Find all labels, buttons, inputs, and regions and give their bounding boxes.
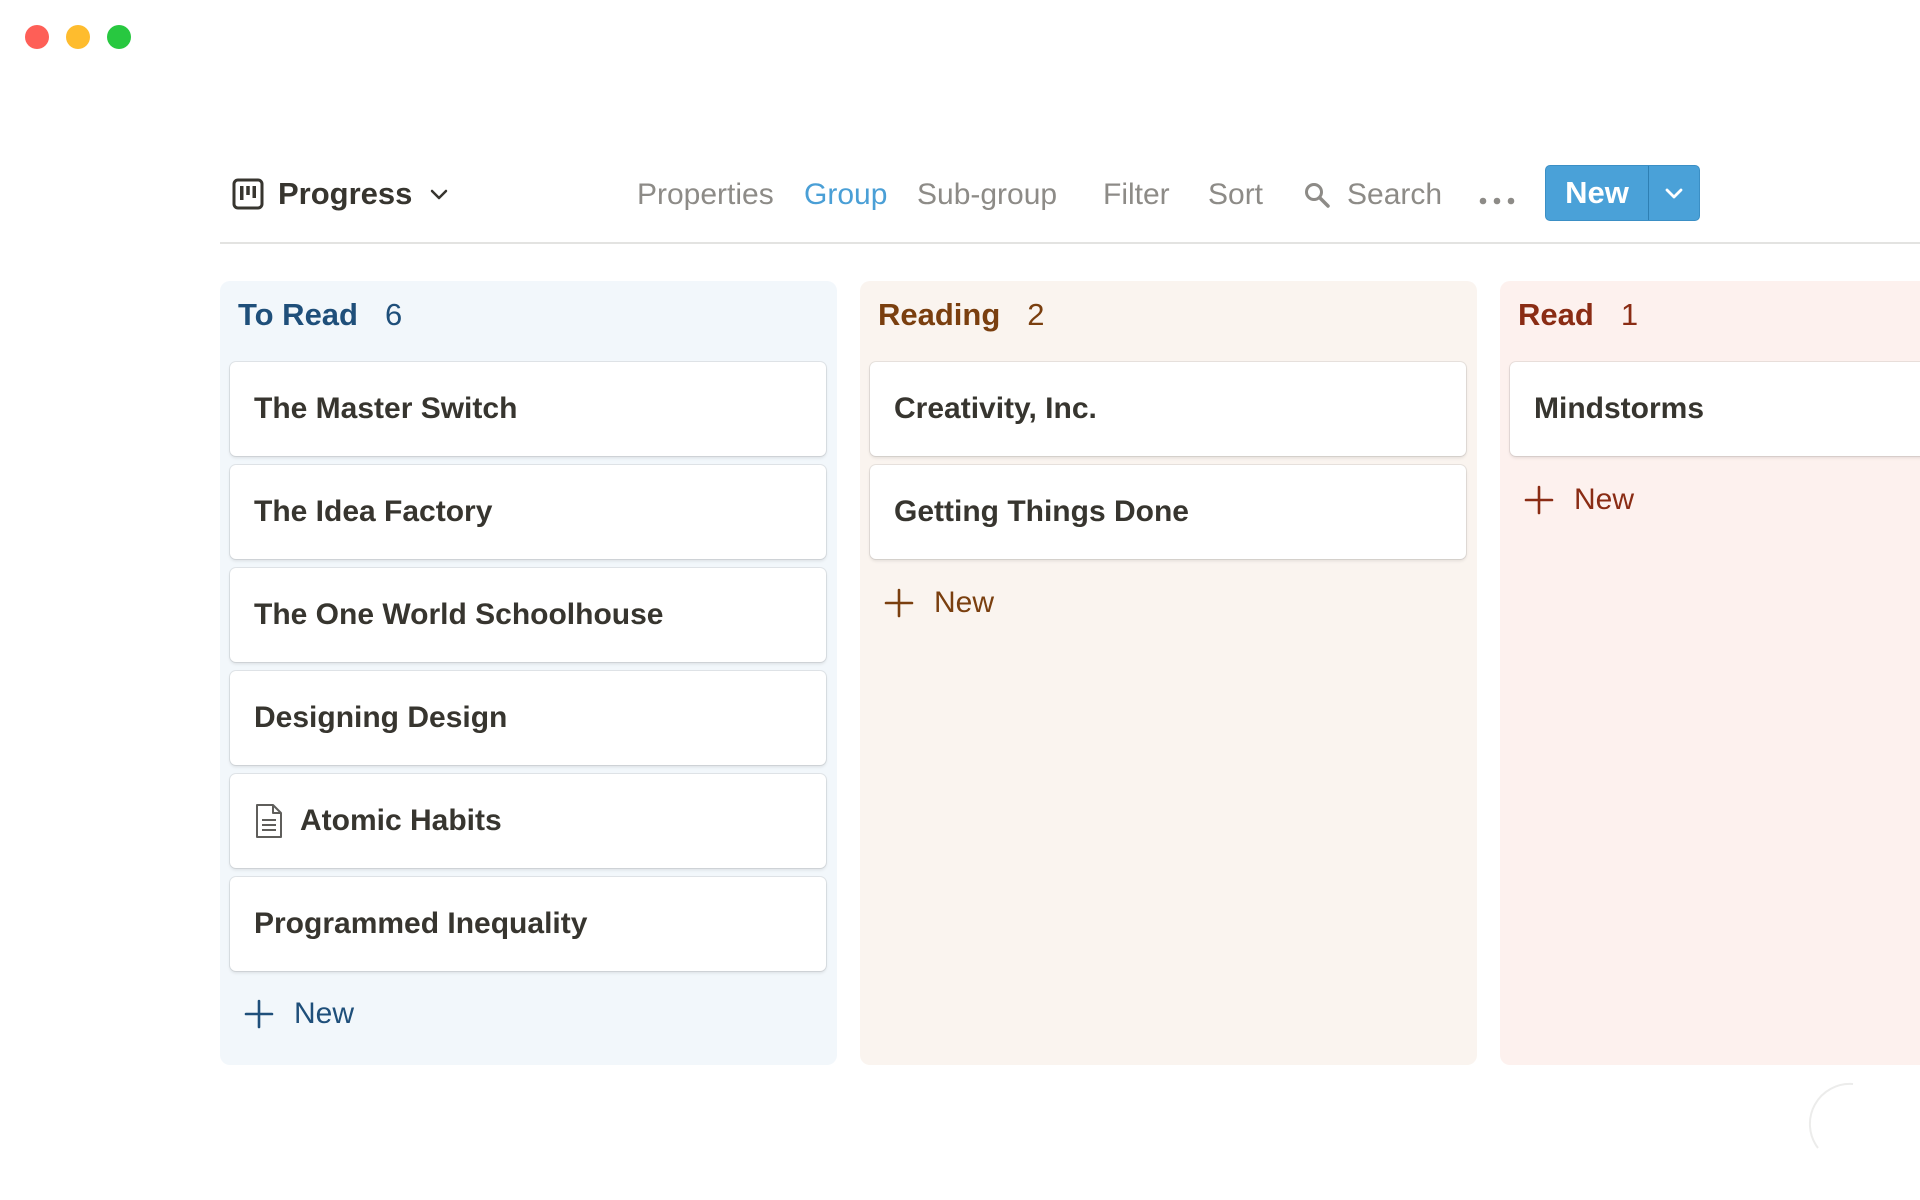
document-icon xyxy=(256,804,282,838)
card-title: The Idea Factory xyxy=(254,495,493,528)
search-button[interactable]: Search xyxy=(1303,178,1442,212)
view-selector[interactable]: Progress xyxy=(232,176,450,212)
add-new-label: New xyxy=(934,586,995,619)
card[interactable]: The Idea Factory xyxy=(230,465,826,559)
card-title: Programmed Inequality xyxy=(254,907,588,940)
subgroup-button[interactable]: Sub-group xyxy=(917,178,1057,212)
minimize-window-button[interactable] xyxy=(66,25,90,49)
view-title: Progress xyxy=(278,176,413,211)
card[interactable]: Designing Design xyxy=(230,671,826,765)
window-controls xyxy=(25,25,131,49)
new-button-group: New xyxy=(1545,165,1700,221)
column-to-read: To Read 6 The Master Switch The Idea Fac… xyxy=(220,281,837,1065)
board-view-icon xyxy=(232,178,264,210)
column-header[interactable]: To Read 6 xyxy=(238,297,402,333)
card[interactable]: Creativity, Inc. xyxy=(870,362,1466,456)
column-title: Read xyxy=(1518,297,1594,332)
add-new-label: New xyxy=(1574,483,1635,516)
plus-icon xyxy=(884,588,914,618)
card[interactable]: The One World Schoolhouse xyxy=(230,568,826,662)
close-window-button[interactable] xyxy=(25,25,49,49)
plus-icon xyxy=(244,999,274,1029)
new-dropdown-button[interactable] xyxy=(1649,166,1699,220)
properties-button[interactable]: Properties xyxy=(637,178,774,212)
card-title: Mindstorms xyxy=(1534,392,1705,425)
column-count: 6 xyxy=(385,297,403,332)
chevron-down-icon xyxy=(431,189,448,200)
database-toolbar: Progress Properties Group Sub-group Filt… xyxy=(220,160,1920,244)
sort-button[interactable]: Sort xyxy=(1208,178,1263,212)
card-title: The One World Schoolhouse xyxy=(254,598,664,631)
chevron-down-icon xyxy=(1665,188,1683,199)
card-title: Getting Things Done xyxy=(894,495,1189,528)
add-new-label: New xyxy=(294,997,355,1030)
column-reading: Reading 2 Creativity, Inc. Getting Thing… xyxy=(860,281,1477,1065)
column-count: 1 xyxy=(1620,297,1639,332)
card[interactable]: Getting Things Done xyxy=(870,465,1466,559)
add-new-card-button[interactable]: New xyxy=(1524,483,1634,517)
column-header[interactable]: Reading 2 xyxy=(878,297,1045,333)
search-label: Search xyxy=(1347,178,1443,211)
column-title: Reading xyxy=(878,297,1001,332)
card-title: Atomic Habits xyxy=(300,804,502,837)
card-title: Designing Design xyxy=(254,701,508,734)
add-new-card-button[interactable]: New xyxy=(244,997,354,1031)
new-button[interactable]: New xyxy=(1546,166,1648,220)
plus-icon xyxy=(1524,485,1554,515)
card[interactable]: Mindstorms xyxy=(1510,362,1920,456)
help-button-icon[interactable] xyxy=(1798,1078,1888,1168)
filter-button[interactable]: Filter xyxy=(1103,178,1170,212)
more-options-icon[interactable] xyxy=(1477,184,1517,218)
add-new-card-button[interactable]: New xyxy=(884,586,994,620)
column-header[interactable]: Read 1 xyxy=(1518,297,1638,333)
group-button[interactable]: Group xyxy=(804,178,887,212)
column-count: 2 xyxy=(1027,297,1045,332)
card[interactable]: The Master Switch xyxy=(230,362,826,456)
card-title: The Master Switch xyxy=(254,392,518,425)
column-title: To Read xyxy=(238,297,358,332)
maximize-window-button[interactable] xyxy=(107,25,131,49)
column-read: Read 1 Mindstorms New xyxy=(1500,281,1920,1065)
card[interactable]: Atomic Habits xyxy=(230,774,826,868)
search-icon xyxy=(1305,183,1330,208)
card[interactable]: Programmed Inequality xyxy=(230,877,826,971)
card-title: Creativity, Inc. xyxy=(894,392,1097,425)
